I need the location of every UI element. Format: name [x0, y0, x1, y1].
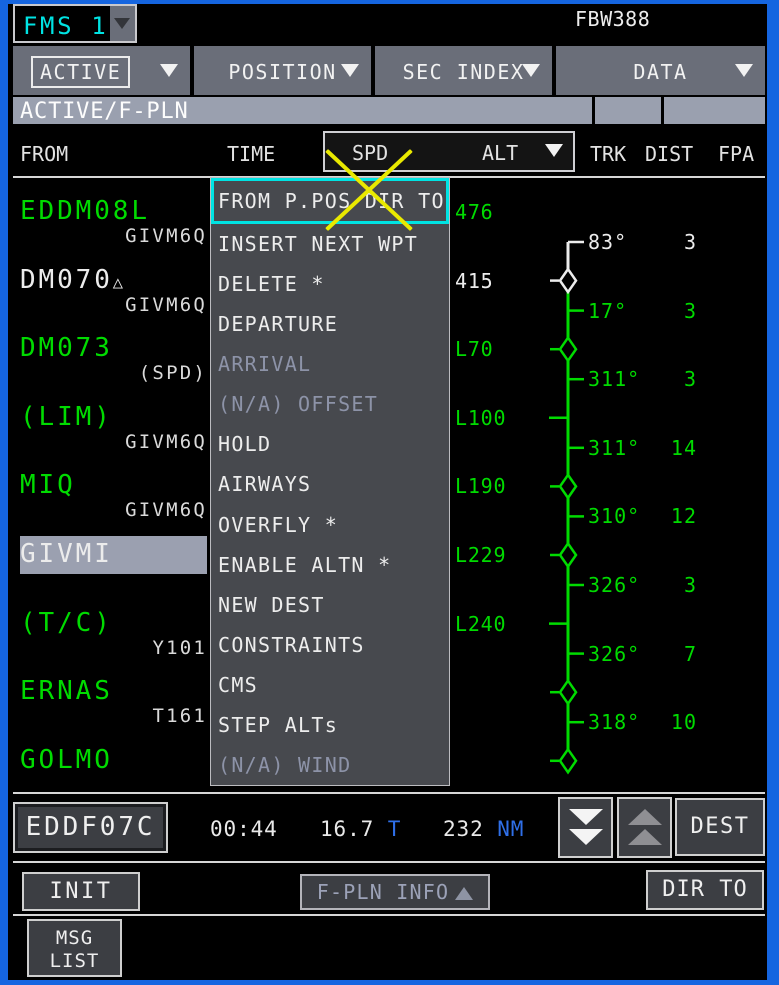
waypoint-name[interactable]: (T/C) — [20, 608, 113, 638]
airway-label: GIVM6Q — [20, 294, 207, 316]
scroll-up-button[interactable] — [617, 797, 672, 858]
msg-list-button[interactable]: MSG LIST — [27, 919, 122, 977]
double-arrow-up-icon — [628, 809, 662, 825]
dir-to-button[interactable]: DIR TO — [646, 870, 764, 910]
destination-airport-button[interactable]: EDDF07C — [13, 802, 168, 853]
waypoint-name[interactable]: DM070△ — [20, 265, 123, 295]
dest-button[interactable]: DEST — [675, 798, 765, 856]
double-arrow-down-icon — [569, 809, 603, 825]
waypoint-name[interactable]: DM073 — [20, 333, 113, 363]
menu-item-n-a-offset: (N/A) OFFSET — [211, 384, 449, 424]
menu-item-from-p-pos-dir-to[interactable]: FROM P.POS DIR TO — [211, 178, 449, 224]
menu-item-overfly[interactable]: OVERFLY * — [211, 505, 449, 545]
destination-separator-top — [13, 792, 765, 794]
leg-distance-value: 14 — [640, 436, 697, 460]
altitude-value: L229 — [455, 543, 506, 567]
airway-label: T161 — [20, 705, 207, 727]
airway-label: (SPD) — [20, 362, 207, 384]
leg-distance-value: 3 — [640, 230, 697, 254]
menu-item-step-alts[interactable]: STEP ALTs — [211, 705, 449, 745]
leg-track-value: 17° — [588, 299, 627, 323]
leg-distance-value: 7 — [640, 642, 697, 666]
menu-item-departure[interactable]: DEPARTURE — [211, 304, 449, 344]
waypoint-name[interactable]: EDDM08L — [20, 196, 150, 226]
fpln-context-menu: FROM P.POS DIR TOINSERT NEXT WPTDELETE *… — [210, 177, 450, 786]
destination-fuel: 16.7 T — [320, 817, 401, 841]
leg-track-value: 83° — [588, 230, 627, 254]
menu-item-delete[interactable]: DELETE * — [211, 264, 449, 304]
waypoint-name[interactable]: GIVMI — [20, 539, 113, 569]
menu-item-hold[interactable]: HOLD — [211, 424, 449, 464]
msg-list-label-line1: MSG — [29, 927, 120, 950]
altitude-value: 415 — [455, 269, 494, 293]
airway-label: GIVM6Q — [20, 431, 207, 453]
fuel-value: 16.7 — [320, 817, 374, 841]
menu-item-new-dest[interactable]: NEW DEST — [211, 585, 449, 625]
double-arrow-down-icon — [569, 829, 603, 845]
leg-track-value: 311° — [588, 436, 640, 460]
waypoint-name[interactable]: MIQ — [20, 470, 76, 500]
airway-label: GIVM6Q — [20, 499, 207, 521]
airway-label: GIVM6Q — [20, 225, 207, 247]
airway-label: Y101 — [20, 637, 207, 659]
menu-item-arrival: ARRIVAL — [211, 344, 449, 384]
leg-track-value: 326° — [588, 642, 640, 666]
waypoint-name[interactable]: ERNAS — [20, 676, 113, 706]
footer-separator — [13, 914, 765, 916]
altitude-value: L240 — [455, 612, 506, 636]
leg-distance-value: 3 — [640, 573, 697, 597]
leg-distance-value: 12 — [640, 504, 697, 528]
menu-item-constraints[interactable]: CONSTRAINTS — [211, 625, 449, 665]
fpln-info-label: F-PLN INFO — [317, 880, 449, 904]
leg-track-value: 310° — [588, 504, 640, 528]
distance-value: 232 — [443, 817, 484, 841]
leg-distance-value: 10 — [640, 710, 697, 734]
waypoint-name[interactable]: GOLMO — [20, 745, 113, 775]
altitude-value: L100 — [455, 406, 506, 430]
overfly-symbol-icon: △ — [113, 273, 123, 293]
msg-list-label-line2: LIST — [29, 950, 120, 973]
fuel-unit: T — [388, 817, 402, 841]
leg-track-value: 318° — [588, 710, 640, 734]
destination-distance: 232 NM — [443, 817, 524, 841]
destination-separator-bottom — [13, 861, 765, 863]
altitude-value: 476 — [455, 200, 494, 224]
double-arrow-up-icon — [628, 829, 662, 845]
scroll-down-button[interactable] — [558, 797, 613, 858]
menu-item-airways[interactable]: AIRWAYS — [211, 464, 449, 504]
mfd-screen: FMS 1 FBW388 ACTIVEPOSITIONSEC INDEXDATA… — [0, 0, 779, 985]
leg-distance-value: 3 — [640, 367, 697, 391]
menu-item-enable-altn[interactable]: ENABLE ALTN * — [211, 545, 449, 585]
leg-track-value: 326° — [588, 573, 640, 597]
leg-track-value: 311° — [588, 367, 640, 391]
menu-item-cms[interactable]: CMS — [211, 665, 449, 705]
init-button[interactable]: INIT — [22, 872, 140, 911]
chevron-up-icon — [455, 887, 473, 900]
fpln-info-button[interactable]: F-PLN INFO — [300, 874, 490, 910]
altitude-value: L70 — [455, 337, 494, 361]
leg-distance-value: 3 — [640, 299, 697, 323]
destination-eta: 00:44 — [210, 817, 278, 841]
distance-unit: NM — [497, 817, 524, 841]
menu-item-insert-next-wpt[interactable]: INSERT NEXT WPT — [211, 224, 449, 264]
menu-item-n-a-wind: (N/A) WIND — [211, 745, 449, 785]
waypoint-name[interactable]: (LIM) — [20, 402, 113, 432]
altitude-value: L190 — [455, 474, 506, 498]
